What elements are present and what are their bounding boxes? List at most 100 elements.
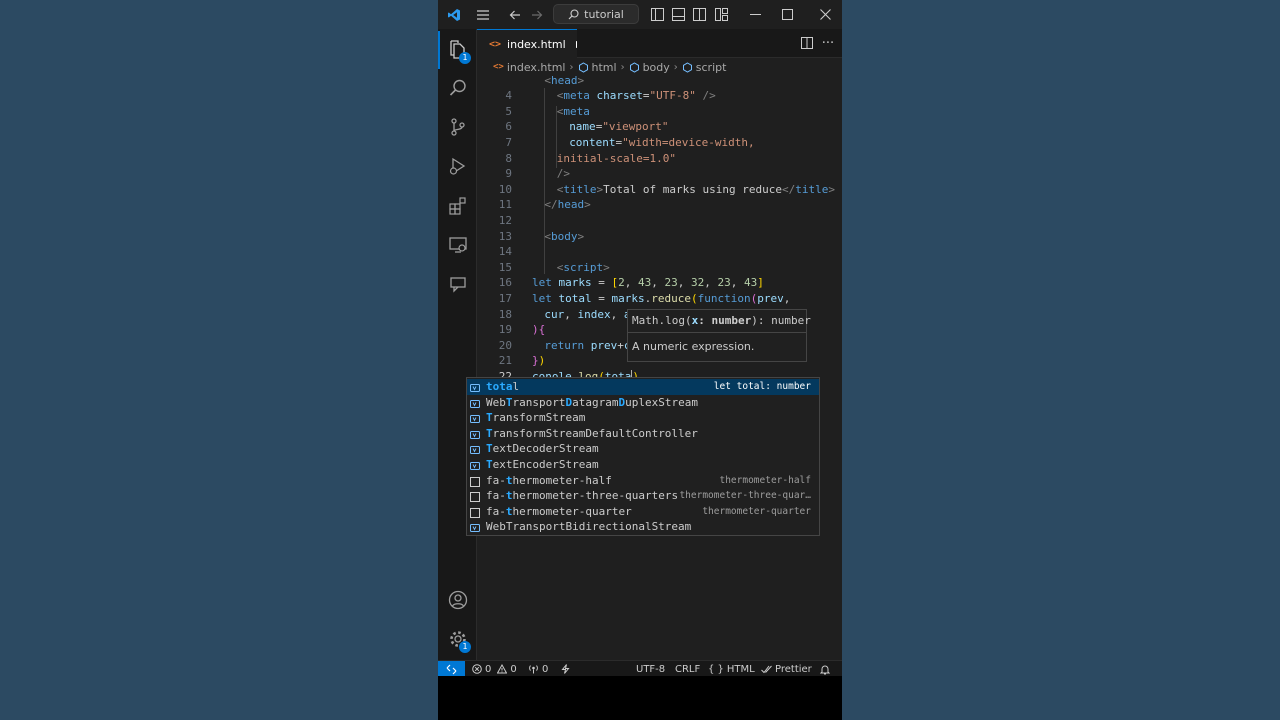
- ports-count: 0: [542, 663, 549, 675]
- code-token: return: [544, 338, 585, 352]
- line-number: 17: [498, 291, 512, 305]
- prettier-indicator[interactable]: Prettier: [761, 661, 812, 677]
- forward-arrow-icon[interactable]: [527, 0, 547, 29]
- code-line[interactable]: }): [532, 353, 545, 369]
- toggle-panel-icon[interactable]: [668, 0, 688, 29]
- command-center-search[interactable]: tutorial: [553, 4, 639, 24]
- code-editor[interactable]: <head> 4 <meta charset="UTF-8" /> 5 <meta 6 na…: [477, 76, 842, 660]
- toggle-secondary-sidebar-icon[interactable]: [689, 0, 709, 29]
- tab-label: index.html: [507, 37, 566, 51]
- code-token: =: [591, 291, 612, 305]
- tab-index-html[interactable]: <> index.html: [477, 29, 577, 58]
- run-debug-button[interactable]: [438, 147, 477, 185]
- code-line[interactable]: <title>Total of marks using reduce</titl…: [557, 182, 835, 198]
- label-part: t: [505, 489, 513, 503]
- code-token: name: [569, 120, 596, 134]
- extensions-icon: [448, 197, 466, 215]
- unsaved-dot-icon[interactable]: [575, 40, 577, 48]
- label-part: hermometer-half: [512, 473, 612, 487]
- breadcrumb-file[interactable]: <> index.html: [493, 61, 566, 74]
- suggestion-item[interactable]: WebTransportDatagramDuplexStream: [467, 395, 819, 411]
- extensions-button[interactable]: [438, 187, 477, 225]
- code-line[interactable]: ){: [532, 322, 545, 338]
- element-icon: [682, 61, 692, 73]
- explorer-button[interactable]: 1: [438, 31, 477, 69]
- suggestion-item[interactable]: TextEncoderStream: [467, 457, 819, 473]
- line-number: 8: [505, 151, 512, 165]
- breadcrumb-file-label: index.html: [506, 60, 566, 74]
- suggestion-item[interactable]: total let total: number: [467, 379, 819, 395]
- breadcrumb-html[interactable]: html: [578, 61, 617, 74]
- remote-indicator[interactable]: [438, 661, 465, 677]
- code-line[interactable]: <meta: [557, 104, 590, 120]
- code-line[interactable]: name="viewport": [569, 119, 668, 135]
- code-line[interactable]: content="width=device-width,: [569, 135, 754, 151]
- code-line[interactable]: let total = marks.reduce(function(prev,: [532, 291, 790, 307]
- source-control-button[interactable]: [438, 108, 477, 146]
- suggestion-item[interactable]: WebTransportBidirectionalStream: [467, 519, 819, 535]
- code-line[interactable]: <head>: [544, 76, 584, 88]
- parameter-hint-hover: Math.log(x: number): number A numeric ex…: [627, 309, 811, 362]
- code-token: "UTF-8": [649, 89, 696, 103]
- code-token: meta: [563, 104, 590, 118]
- problems-indicator[interactable]: 0 0: [472, 661, 517, 677]
- suggestion-item[interactable]: fa-thermometer-half thermometer-half: [467, 473, 819, 489]
- chat-icon: [449, 277, 466, 293]
- status-bar: 0 0 0 UTF-8 CRLF { } HTML Prettier: [438, 660, 842, 677]
- code-line[interactable]: <body>: [544, 229, 584, 245]
- toggle-primary-sidebar-icon[interactable]: [647, 0, 667, 29]
- suggestion-item[interactable]: TextDecoderStream: [467, 441, 819, 457]
- encoding-indicator[interactable]: UTF-8: [636, 661, 665, 677]
- chevron-right-icon: ›: [673, 61, 678, 73]
- label-part: fa-: [486, 489, 506, 503]
- minimize-icon[interactable]: [741, 0, 769, 29]
- suggestion-label: WebTransportBidirectionalStream: [486, 519, 691, 535]
- code-line[interactable]: let marks = [2, 43, 23, 32, 23, 43]: [532, 275, 764, 291]
- remote-explorer-button[interactable]: [438, 226, 477, 264]
- code-token: "viewport": [602, 120, 669, 134]
- bell-icon[interactable]: [820, 661, 830, 677]
- label-part: ransport: [512, 395, 566, 409]
- more-actions-icon[interactable]: ···: [818, 29, 838, 57]
- eol-indicator[interactable]: CRLF: [675, 661, 700, 677]
- maximize-icon[interactable]: [773, 0, 801, 29]
- label-part: Web: [486, 395, 506, 409]
- label-part: T: [486, 411, 493, 425]
- code-token: index: [577, 307, 611, 321]
- suggestion-item[interactable]: TransformStream: [467, 410, 819, 426]
- warning-icon: [497, 664, 508, 674]
- code-line[interactable]: <script>: [557, 260, 610, 276]
- customize-layout-icon[interactable]: [711, 0, 731, 29]
- split-editor-icon[interactable]: [797, 29, 817, 57]
- source-control-icon: [450, 118, 465, 136]
- accounts-button[interactable]: [438, 581, 477, 619]
- sig-name: Math.log(: [632, 314, 692, 327]
- code-token: >: [828, 182, 835, 196]
- lightning-icon[interactable]: [561, 661, 570, 677]
- ports-indicator[interactable]: 0: [528, 661, 548, 677]
- code-line[interactable]: </head>: [544, 197, 590, 213]
- manage-button[interactable]: 1: [438, 620, 477, 658]
- code-token: total: [558, 291, 592, 305]
- code-line[interactable]: initial-scale=1.0": [557, 151, 676, 167]
- breadcrumb-script[interactable]: script: [682, 61, 726, 74]
- breadcrumb-body[interactable]: body: [629, 61, 670, 74]
- code-line[interactable]: <meta charset="UTF-8" />: [557, 88, 716, 104]
- search-view-button[interactable]: [438, 69, 477, 107]
- line-number: 7: [505, 135, 512, 149]
- code-line[interactable]: />: [557, 166, 570, 182]
- suggestion-item[interactable]: fa-thermometer-three-quarters thermometer…: [467, 488, 819, 504]
- suggestion-item[interactable]: TransformStreamDefaultController: [467, 426, 819, 442]
- close-icon[interactable]: [811, 0, 839, 29]
- suggestion-item[interactable]: fa-thermometer-quarter thermometer-quarte…: [467, 504, 819, 520]
- signature-text: Math.log(x: number): number: [632, 314, 811, 327]
- chat-button[interactable]: [438, 265, 477, 303]
- menu-icon[interactable]: [473, 0, 493, 29]
- code-token: marks: [558, 276, 592, 290]
- language-mode-indicator[interactable]: { } HTML: [708, 661, 755, 677]
- active-indicator: [438, 31, 440, 69]
- back-arrow-icon[interactable]: [505, 0, 525, 29]
- code-token: 32: [691, 276, 705, 290]
- suggestion-list[interactable]: total let total: number WebTransportDatagr…: [466, 377, 820, 536]
- error-icon: [472, 664, 482, 674]
